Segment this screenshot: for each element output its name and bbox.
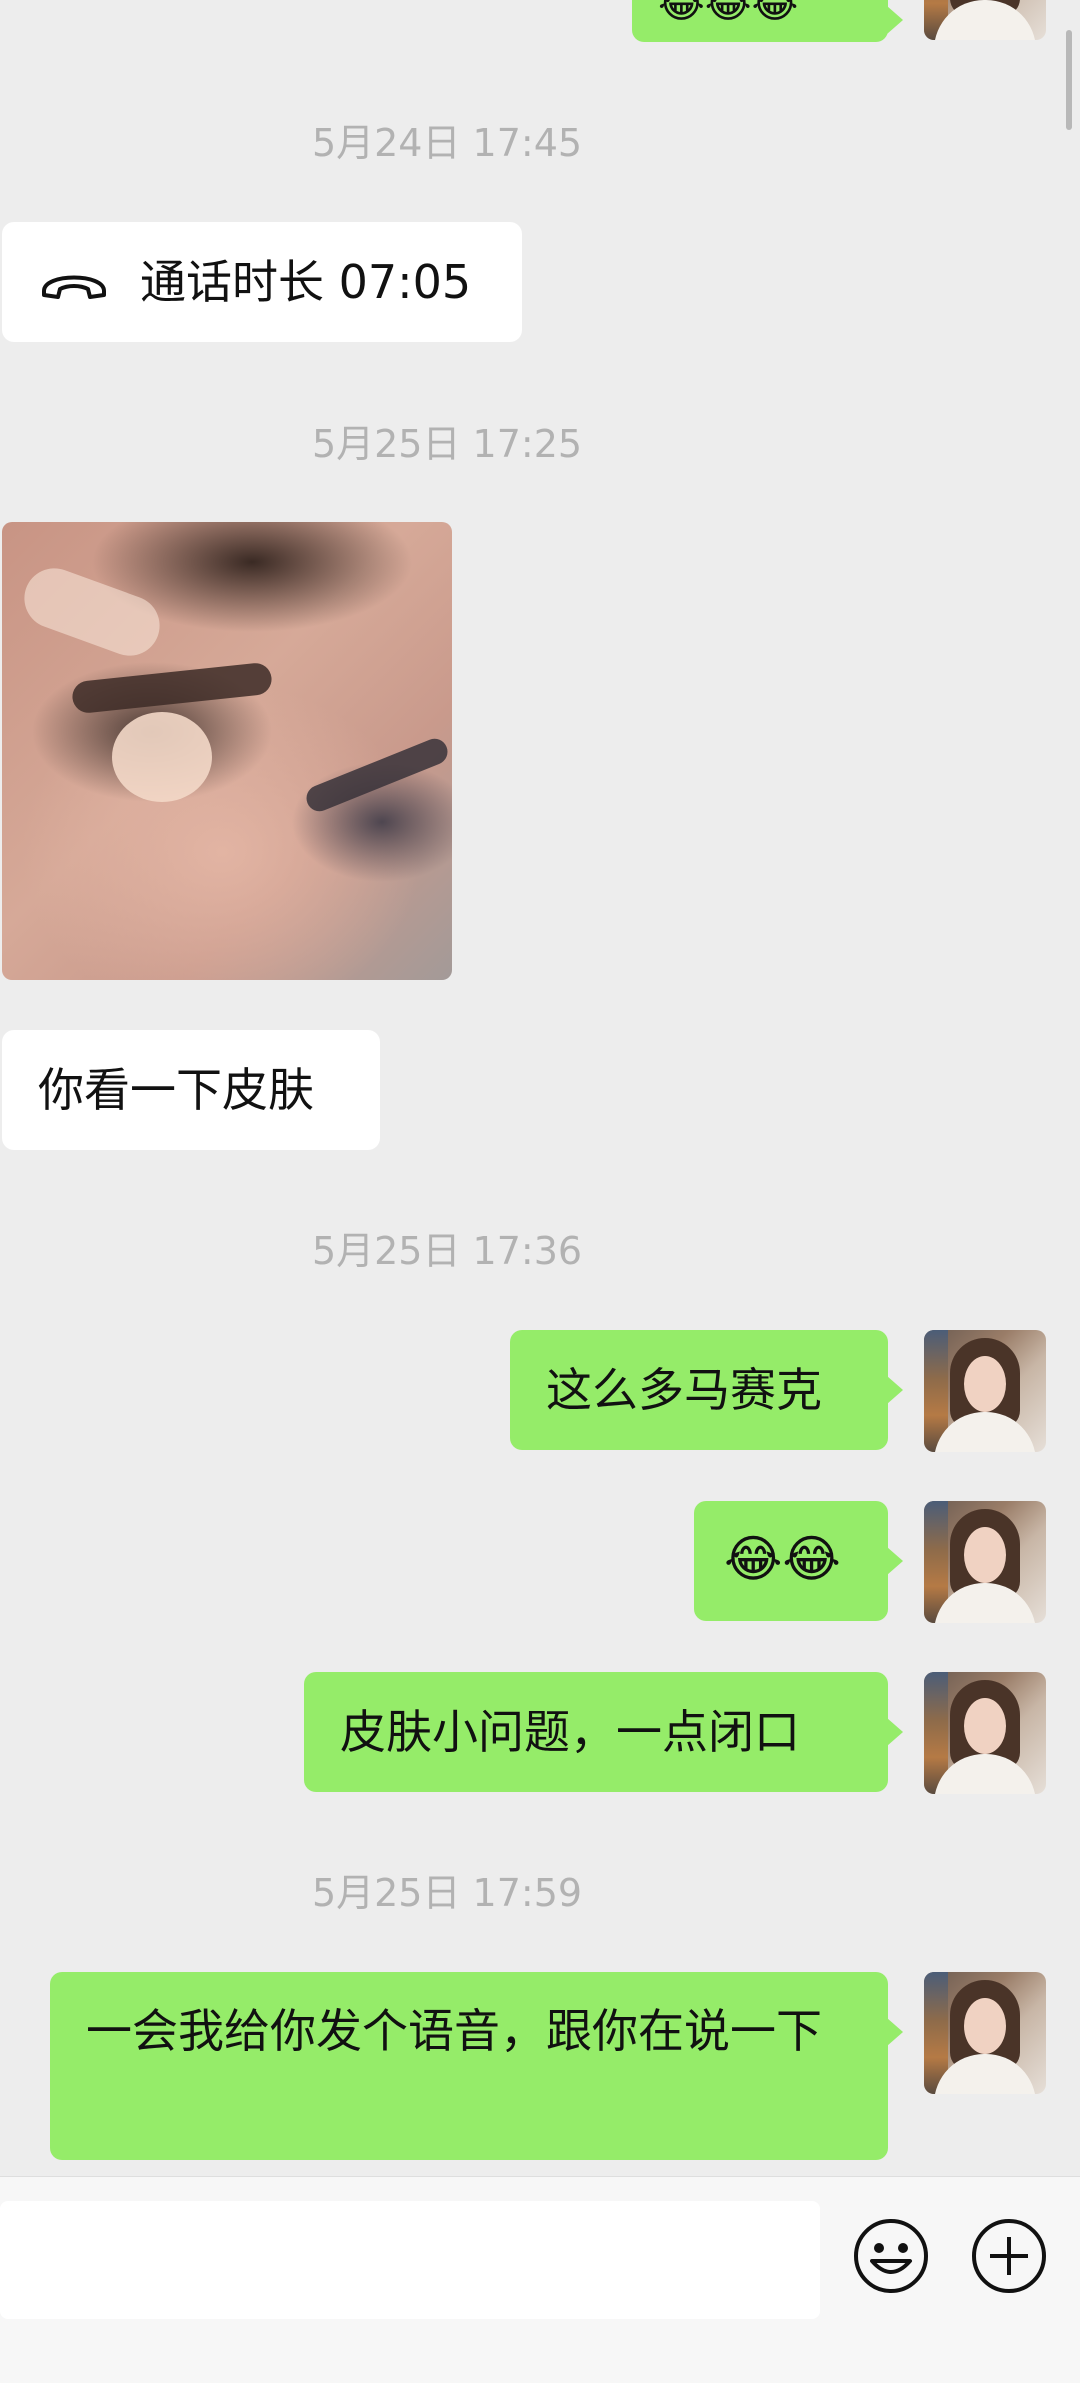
message-text: 你看一下皮肤 [38,1063,314,1117]
avatar[interactable] [924,1972,1046,2094]
call-duration-text: 通话时长 07:05 [140,255,472,309]
avatar[interactable] [924,1330,1046,1452]
message-bubble-partial[interactable]: 😂😂😂 [632,0,903,42]
timestamp: 5月24日 17:45 [311,121,583,165]
message-text: 一会我给你发个语音，跟你在说一下 [86,2004,822,2058]
avatar[interactable] [924,0,1046,40]
timestamp: 5月25日 17:36 [311,1229,583,1273]
avatar[interactable] [924,1501,1046,1623]
emoji-icon[interactable] [852,2217,930,2295]
message-bubble[interactable]: 一会我给你发个语音，跟你在说一下 [50,1972,903,2160]
timestamp: 5月25日 17:59 [311,1871,583,1915]
phone-hangup-icon [38,258,110,306]
avatar[interactable] [924,1672,1046,1794]
message-text: 这么多马赛克 [546,1363,822,1417]
message-bubble[interactable]: 这么多马赛克 [510,1330,903,1450]
input-bar [0,2176,1080,2383]
call-record-bubble[interactable]: 通话时长 07:05 [2,222,522,342]
message-input[interactable] [0,2201,820,2319]
timestamp: 5月25日 17:25 [311,422,583,466]
message-text: 皮肤小问题，一点闭口 [340,1705,800,1759]
scrollbar[interactable] [1066,30,1072,130]
message-bubble[interactable]: 你看一下皮肤 [2,1030,380,1150]
message-bubble[interactable]: 😂😂 [694,1501,903,1621]
message-bubble[interactable]: 皮肤小问题，一点闭口 [304,1672,903,1792]
face-photo-image[interactable] [2,522,452,980]
message-text: 😂😂 [724,1530,841,1588]
message-text: 😂😂😂 [658,0,799,27]
chat-area[interactable]: 😂😂😂 5月24日 17:45 通话时长 07:05 5月25日 17:25 你… [0,0,1080,2176]
plus-icon[interactable] [970,2217,1048,2295]
